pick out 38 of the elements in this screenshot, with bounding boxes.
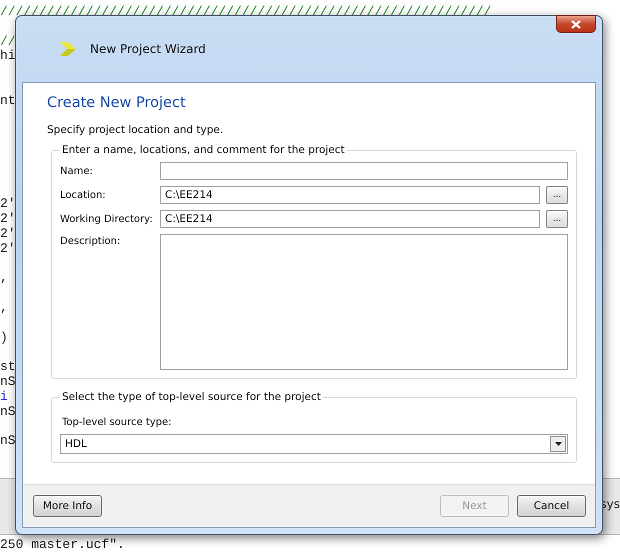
code-line: , — [0, 300, 8, 315]
page-subtitle: Specify project location and type. — [47, 124, 224, 136]
code-line: nt — [0, 92, 16, 108]
dialog-button[interactable]: More Info — [33, 495, 102, 517]
browse-button[interactable]: ... — [546, 210, 568, 228]
field-label: Location: — [60, 190, 107, 200]
source-type-dropdown[interactable]: HDL — [60, 434, 568, 454]
chevron-logo-icon — [60, 42, 76, 56]
code-line: nS — [0, 374, 16, 389]
window-title: New Project Wizard — [90, 42, 206, 56]
group-legend: Select the type of top-level source for the project — [60, 391, 323, 403]
group-legend: Enter a name, locations, and comment for the project — [60, 144, 347, 156]
code-line: st — [0, 359, 16, 374]
code-line: 2' — [0, 226, 16, 241]
code-line: ) — [0, 330, 8, 345]
code-line: 2' — [0, 240, 16, 256]
field-label: Working Directory: — [60, 214, 154, 224]
code-line: 250 master.ucf". — [0, 536, 125, 552]
input-field[interactable]: C:\EE214 — [160, 186, 540, 204]
close-icon — [571, 20, 581, 28]
page-heading: Create New Project — [47, 95, 187, 111]
description-field[interactable] — [160, 234, 568, 370]
code-line: // — [0, 34, 16, 49]
dialog-button[interactable]: Cancel — [517, 495, 586, 517]
field-label: Top-level source type: — [62, 417, 173, 428]
code-line: nS — [0, 433, 16, 448]
code-line: hi — [0, 48, 16, 64]
close-button[interactable] — [556, 15, 596, 33]
code-line: , — [0, 270, 8, 286]
code-line: 2' — [0, 211, 16, 226]
code-line: i — [0, 388, 8, 404]
field-label: Description: — [60, 235, 122, 247]
input-field[interactable]: C:\EE214 — [160, 210, 540, 228]
code-line: 2' — [0, 196, 16, 212]
browse-button[interactable]: ... — [546, 186, 568, 204]
code-line: nS — [0, 404, 16, 419]
field-label: Name: — [60, 166, 94, 176]
input-field[interactable] — [160, 162, 568, 180]
